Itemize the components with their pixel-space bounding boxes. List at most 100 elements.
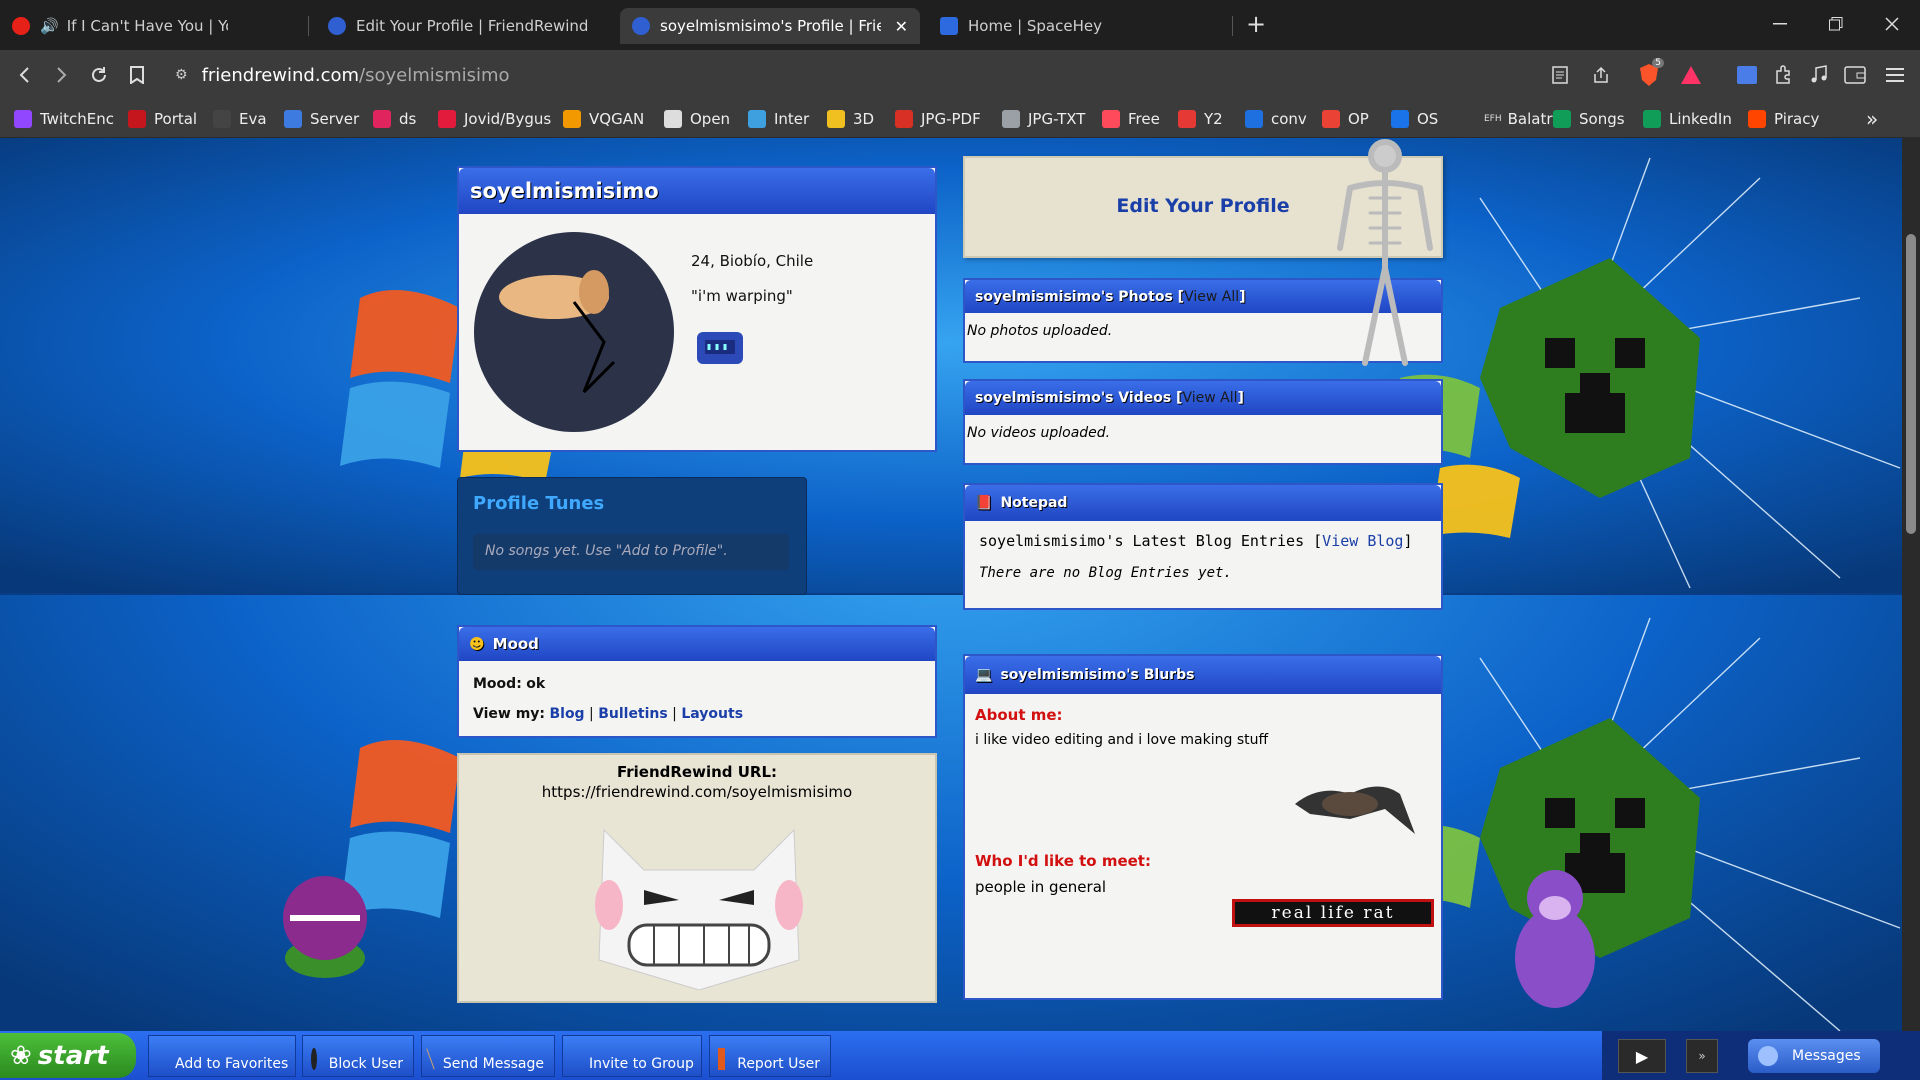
restore-button[interactable] [1808, 0, 1864, 48]
bookmark-piracy[interactable]: Piracy [1748, 108, 1819, 130]
page-scrollbar[interactable] [1902, 138, 1920, 1031]
bulletins-link[interactable]: Bulletins [598, 706, 668, 722]
grinning-cat-image [595, 828, 803, 990]
bookmark-open[interactable]: Open [664, 108, 730, 130]
reload-button[interactable] [84, 60, 114, 90]
reader-mode-icon[interactable] [1545, 60, 1575, 90]
bookmark-os[interactable]: OS [1391, 108, 1438, 130]
bookmark-favicon-icon [1322, 110, 1340, 128]
block-user-button[interactable]: Block User [302, 1035, 414, 1077]
bookmark-jpg-txt[interactable]: JPG-TXT [1002, 108, 1085, 130]
blurbs-box: 💻 soyelmismisimo's Blurbs About me: i lik… [963, 654, 1443, 1000]
blog-link[interactable]: Blog [549, 706, 584, 722]
start-button[interactable]: ❀ start [0, 1033, 136, 1078]
bookmark-linkedin[interactable]: LinkedIn [1643, 108, 1732, 130]
blurbs-title: soyelmismisimo's Blurbs [1000, 667, 1195, 683]
bookmark-ds[interactable]: ds [373, 108, 416, 130]
media-icon[interactable] [1804, 60, 1834, 90]
bookmark-op[interactable]: OP [1322, 108, 1369, 130]
bookmark-vqgan[interactable]: VQGAN [563, 108, 644, 130]
bookmark-label: conv [1271, 110, 1307, 128]
button-label: Report User [737, 1056, 820, 1072]
bookmark-label: JPG-PDF [921, 110, 981, 128]
bookmark-label: Eva [239, 110, 267, 128]
profile-avatar[interactable] [474, 232, 674, 432]
bookmark-3d[interactable]: 3D [827, 108, 874, 130]
close-window-button[interactable] [1864, 0, 1920, 48]
brave-shields-icon[interactable]: 5 [1634, 58, 1664, 90]
bookmark-jovid-bygus[interactable]: Jovid/Bygus [438, 108, 551, 130]
tab-spacehey[interactable]: Home | SpaceHey [928, 8, 1228, 44]
close-tab-icon[interactable]: ✕ [895, 17, 908, 36]
forward-button[interactable] [46, 60, 76, 90]
add-to-favorites-button[interactable]: Add to Favorites [147, 1035, 296, 1077]
bookmark-favicon-icon [438, 110, 456, 128]
menu-icon[interactable] [1880, 60, 1910, 90]
bookmark-free[interactable]: Free [1102, 108, 1160, 130]
bookmark-label: OP [1348, 110, 1369, 128]
videos-view-all-link[interactable]: View All [1182, 390, 1237, 406]
pencil-icon [147, 1047, 167, 1067]
bookmark-inter[interactable]: Inter [748, 108, 809, 130]
letter-icon [426, 1048, 435, 1070]
scrollbar-thumb[interactable] [1906, 234, 1916, 534]
url-field[interactable]: ⚙ friendrewind.com/soyelmismisimo [165, 57, 1545, 93]
tray-more-button[interactable]: » [1686, 1039, 1718, 1073]
tray-area: ▶ » Messages [1602, 1031, 1920, 1080]
bracket: ] [1403, 532, 1413, 550]
red-cross-icon [718, 1048, 726, 1070]
site-settings-icon[interactable]: ⚙ [175, 67, 188, 83]
extensions-icon[interactable] [1768, 60, 1798, 90]
tab-bar: 🔊 If I Can't Have You | YouTube Mu Edit … [0, 0, 1920, 50]
bookmark-jpg-pdf[interactable]: JPG-PDF [895, 108, 981, 130]
bookmark-label: Y2 [1204, 110, 1223, 128]
bookmark-favicon-icon [1391, 110, 1409, 128]
brave-rewards-icon[interactable] [1676, 60, 1706, 90]
bookmark-twitchenc[interactable]: TwitchEnc [14, 108, 114, 130]
view-my-links: View my: Blog | Bulletins | Layouts [473, 706, 744, 722]
tab-youtube-music[interactable]: 🔊 If I Can't Have You | YouTube Mu [0, 8, 240, 44]
spacehey-icon [940, 17, 958, 35]
play-button[interactable]: ▶ [1618, 1039, 1666, 1073]
bookmark-favicon-icon [1102, 110, 1120, 128]
url-domain: friendrewind.com [201, 64, 360, 86]
url-path: /soyelmismisimo [359, 64, 510, 86]
bookmark-conv[interactable]: conv [1245, 108, 1307, 130]
invite-to-group-button[interactable]: Invite to Group [562, 1035, 702, 1077]
report-user-button[interactable]: Report User [709, 1035, 831, 1077]
profile-url[interactable]: https://friendrewind.com/soyelmismisimo [459, 783, 935, 801]
bookmark-label: Inter [774, 110, 810, 128]
bookmark-eva[interactable]: Eva [213, 108, 267, 130]
share-icon[interactable] [1586, 60, 1616, 90]
bookmark-y2[interactable]: Y2 [1178, 108, 1223, 130]
photos-view-all-link[interactable]: View All [1184, 289, 1239, 305]
profile-card: soyelmismisimo 24, Biobío, Chile "i'm wa… [457, 166, 937, 452]
minimize-button[interactable] [1752, 0, 1808, 48]
view-blog-link[interactable]: View Blog [1322, 532, 1403, 550]
translate-icon[interactable] [1732, 60, 1762, 90]
tab-edit-profile[interactable]: Edit Your Profile | FriendRewind [316, 8, 616, 44]
blog-heading: soyelmismisimo's Latest Blog Entries [ [979, 532, 1323, 550]
wallet-icon[interactable] [1840, 60, 1870, 90]
meet-text: people in general [975, 878, 1107, 896]
new-tab-button[interactable]: + [1228, 0, 1284, 48]
bookmark-icon[interactable] [122, 60, 152, 90]
tunes-empty-message: No songs yet. Use "Add to Profile". [473, 534, 789, 570]
bookmark-server[interactable]: Server [284, 108, 359, 130]
layouts-link[interactable]: Layouts [681, 706, 743, 722]
messages-label: Messages [1792, 1048, 1861, 1064]
blog-heading-line: soyelmismisimo's Latest Blog Entries [Vi… [979, 531, 1427, 551]
bookmark-balatro[interactable]: EFH Balatro [1480, 108, 1561, 130]
start-label: start [37, 1040, 109, 1071]
mood-label: Mood: [473, 676, 522, 692]
desktop-wallpaper [0, 138, 1902, 1031]
bookmarks-overflow-button[interactable]: » [1866, 107, 1878, 131]
bookmark-portal[interactable]: Portal [128, 108, 197, 130]
bookmark-songs[interactable]: Songs [1553, 108, 1625, 130]
send-message-button[interactable]: Send Message [421, 1035, 555, 1077]
back-button[interactable] [10, 60, 40, 90]
tab-profile-active[interactable]: soyelmismisimo's Profile | Friend ✕ [620, 8, 920, 44]
button-label: Invite to Group [589, 1056, 694, 1072]
messages-button[interactable]: Messages [1748, 1039, 1880, 1073]
smiley-icon: ☻ [469, 635, 485, 653]
